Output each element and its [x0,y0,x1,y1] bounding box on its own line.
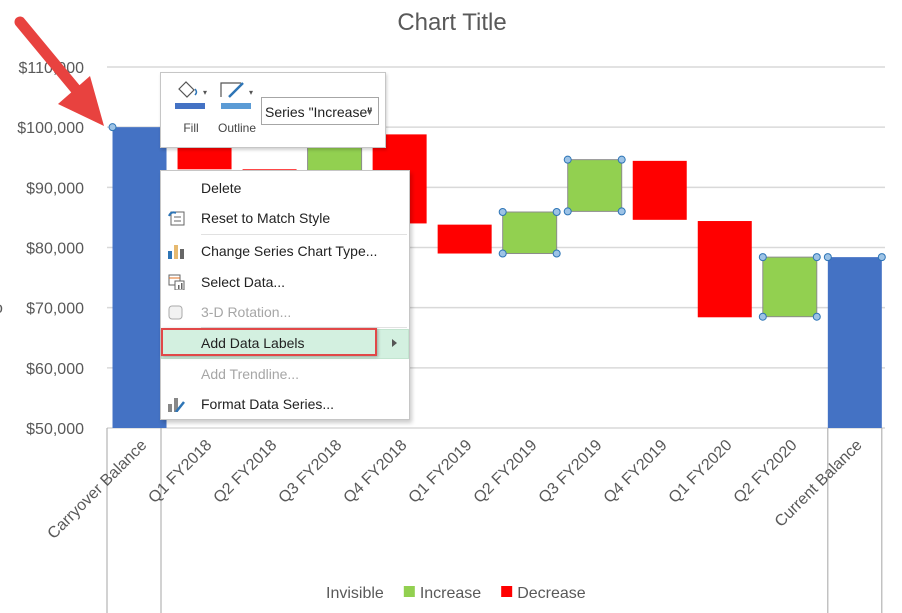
x-tick-label: Q4 FY2019 [601,437,671,507]
reset-style-icon [168,211,185,226]
bar-balance[interactable] [827,257,882,428]
rotation-3d-icon [168,305,183,320]
x-tick-label: Q2 FY2018 [211,437,281,507]
x-tick-label: Q3 FY2019 [536,437,606,507]
chart-type-icon [168,245,184,259]
bar-decrease[interactable] [437,224,492,254]
legend-swatch [501,586,513,597]
svg-text:▾: ▾ [249,88,253,97]
x-tick-label: Q1 FY2018 [145,437,215,507]
menu-item-reset-to-match-style[interactable]: Reset to Match Style [161,204,409,232]
bar-decrease[interactable] [697,221,752,318]
bar-balance[interactable] [112,127,167,429]
y-tick-label: $70,000 [26,301,84,318]
x-tick-label: Q1 FY2020 [666,437,736,507]
fill-label: Fill [183,121,199,135]
selection-handle[interactable] [617,155,626,164]
selection-handle[interactable] [812,253,821,262]
chart-title[interactable]: Chart Title [397,9,506,36]
selection-handle[interactable] [498,208,507,217]
selection-handle[interactable] [758,312,767,321]
fill-button[interactable]: ▾ Fill [169,79,213,141]
x-tick-label: Q3 FY2018 [276,437,346,507]
y-tick-label: $80,000 [26,241,84,258]
y-tick-label: $50,000 [26,421,84,438]
legend-swatch [403,586,415,597]
paint-bucket-icon: ▾ [175,81,207,109]
chevron-down-icon: ▼ [365,107,374,117]
bar-increase[interactable] [762,256,818,318]
menu-item-change-series-chart-type[interactable]: Change Series Chart Type... [161,237,409,265]
menu-separator [201,234,407,235]
selection-handle[interactable] [552,208,561,217]
bar-decrease[interactable] [632,160,687,220]
selection-handle[interactable] [563,207,572,216]
outline-button[interactable]: ▾ Outline [215,79,259,141]
menu-item-delete[interactable]: Delete [161,174,409,202]
x-tick-label: Q1 FY2019 [406,437,476,507]
selection-handle[interactable] [617,207,626,216]
selection-handle[interactable] [758,253,767,262]
y-tick-label: $60,000 [26,361,84,378]
fill-color-swatch [175,103,205,109]
menu-item-format-data-series[interactable]: Format Data Series... [161,390,409,418]
selection-handle[interactable] [823,253,832,262]
menu-item-add-trendline[interactable]: Add Trendline... [161,360,409,388]
series-select-value: Series "Increase" [265,104,373,120]
outline-color-swatch [221,103,251,109]
bar-increase[interactable] [567,159,623,212]
selection-handle[interactable] [563,155,572,164]
format-series-icon [168,398,185,412]
pen-outline-icon: ▾ [220,82,253,109]
legend-label[interactable]: Decrease [517,585,586,602]
selection-handle[interactable] [552,249,561,258]
legend-label[interactable]: Invisible [326,585,384,602]
legend-label[interactable]: Increase [420,585,481,602]
bar-increase[interactable] [502,211,558,255]
y-tick-label: $100,000 [17,120,84,137]
outline-label: Outline [217,121,257,135]
x-tick-label: Q2 FY2019 [471,437,541,507]
mini-toolbar: ▾ Fill ▾ Outline Series "Increase" ▼ [160,72,386,148]
selection-handle[interactable] [812,312,821,321]
x-tick-label: Carryover Balance [45,437,151,543]
x-tick-label: Q4 FY2018 [341,437,411,507]
select-data-icon [168,274,185,290]
series-select-dropdown[interactable]: Series "Increase" ▼ [261,97,379,125]
context-menu: Delete Reset to Match Style Change Serie… [160,170,410,420]
x-tick-label: Q2 FY2020 [731,437,801,507]
selection-handle[interactable] [877,253,886,262]
selection-handle[interactable] [498,249,507,258]
y-tick-label: $90,000 [26,180,84,197]
selection-handle[interactable] [108,123,117,132]
menu-item-select-data[interactable]: Select Data... [161,268,409,296]
waterfall-chart: Chart Title $50,000 $60,000 $70,000 $80,000… [0,9,886,613]
y-axis-title-fragment: o [0,300,3,317]
submenu-arrow-icon [392,339,397,347]
annotation-highlight-box [161,328,377,356]
svg-text:▾: ▾ [203,88,207,97]
menu-item-3d-rotation[interactable]: 3-D Rotation... [161,298,409,326]
